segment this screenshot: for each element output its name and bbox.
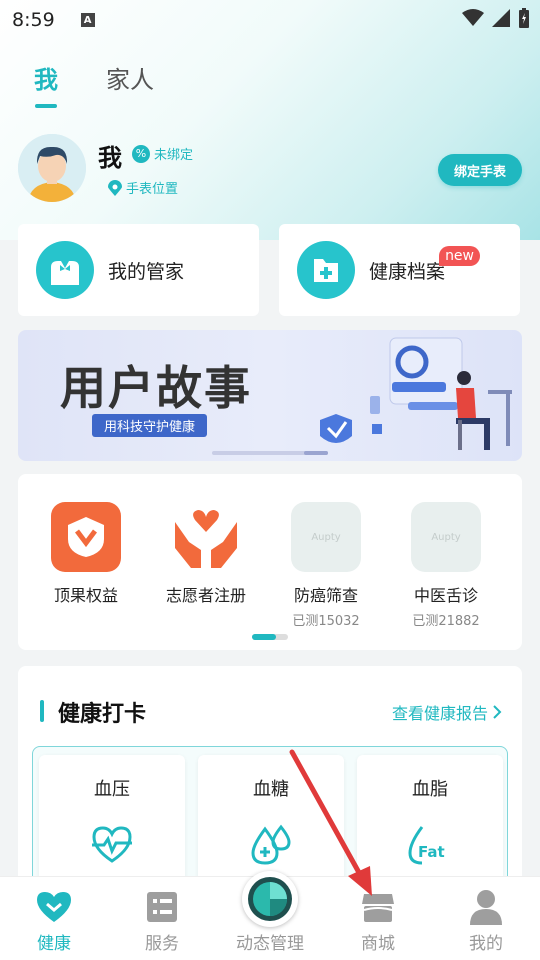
services-pager bbox=[252, 634, 288, 640]
service-count: 已测21882 bbox=[412, 614, 480, 629]
service-name: 中医舌诊 bbox=[413, 586, 478, 605]
service-count: 已测15032 bbox=[292, 614, 360, 629]
nav-label: 商城 bbox=[361, 934, 395, 954]
status-time: 8:59 bbox=[12, 9, 55, 31]
heart-pulse-icon bbox=[92, 826, 132, 863]
quick-card-health-record[interactable]: 健康档案 new bbox=[279, 224, 520, 316]
new-badge: new bbox=[439, 246, 480, 266]
nav-label: 健康 bbox=[37, 934, 71, 954]
banner-pager bbox=[212, 451, 328, 455]
nav-label: 服务 bbox=[145, 934, 179, 954]
banner-title: 用户故事 bbox=[60, 361, 252, 415]
placeholder-icon: Aupty bbox=[411, 502, 481, 572]
top-tabs: 我 家人 bbox=[34, 60, 154, 108]
nav-label: 动态管理 bbox=[236, 934, 304, 954]
user-avatar-icon bbox=[18, 134, 86, 202]
nav-service[interactable]: 服务 bbox=[108, 877, 216, 960]
service-item[interactable]: Aupty 防癌筛查 已测15032 bbox=[266, 502, 386, 629]
service-item[interactable]: 志愿者注册 bbox=[146, 502, 266, 606]
nav-health[interactable]: 健康 bbox=[0, 877, 108, 960]
view-report-link[interactable]: 查看健康报告 bbox=[392, 700, 502, 724]
butler-icon bbox=[36, 241, 94, 299]
location-pin-icon bbox=[108, 179, 122, 196]
watch-location[interactable]: 手表位置 bbox=[108, 178, 178, 197]
store-icon bbox=[362, 894, 394, 922]
quick-card-label: 健康档案 bbox=[369, 260, 446, 283]
metric-label: 血糖 bbox=[253, 779, 289, 800]
user-name: 我 bbox=[98, 144, 122, 172]
tab-family[interactable]: 家人 bbox=[106, 60, 154, 95]
blood-drop-icon bbox=[251, 824, 291, 865]
heart-icon bbox=[37, 892, 71, 922]
avatar[interactable] bbox=[18, 134, 86, 202]
nav-store[interactable]: 商城 bbox=[324, 877, 432, 960]
notification-a-icon: A bbox=[80, 13, 95, 27]
health-record-icon bbox=[297, 241, 355, 299]
view-report-label: 查看健康报告 bbox=[391, 704, 488, 723]
bottom-nav: 健康 服务 动态管理 商城 我的 bbox=[0, 871, 540, 960]
dynamic-dial-icon bbox=[242, 871, 298, 927]
battery-icon bbox=[519, 8, 529, 28]
service-name: 防癌筛查 bbox=[293, 586, 358, 605]
quick-card-butler[interactable]: 我的管家 bbox=[18, 224, 259, 316]
unbound-icon: % bbox=[132, 144, 150, 163]
status-bar: 8:59 A bbox=[0, 0, 540, 40]
person-icon bbox=[470, 890, 502, 925]
banner-subtitle: 用科技守护健康 bbox=[92, 414, 208, 437]
bind-watch-button[interactable]: 绑定手表 bbox=[438, 154, 522, 186]
nav-mine[interactable]: 我的 bbox=[432, 877, 540, 960]
banner-illustration bbox=[320, 337, 512, 450]
service-name: 顶果权益 bbox=[53, 586, 118, 605]
nav-dynamic-management[interactable]: 动态管理 bbox=[216, 871, 324, 960]
nav-label: 我的 bbox=[469, 934, 503, 954]
section-accent-bar bbox=[40, 700, 44, 722]
profile-section: 我 % 未绑定 手表位置 绑定手表 bbox=[18, 134, 522, 204]
metric-label: 血压 bbox=[94, 779, 130, 800]
service-item[interactable]: Aupty 中医舌诊 已测21882 bbox=[386, 502, 506, 629]
placeholder-icon: Aupty bbox=[291, 502, 361, 572]
user-story-banner[interactable]: 用户故事 用科技守护健康 bbox=[18, 330, 522, 461]
services-panel: 顶果权益 志愿者注册 Aupty 防癌筛查 已测15032 Aupty 中医舌诊… bbox=[18, 474, 522, 650]
service-item[interactable]: 顶果权益 bbox=[26, 502, 146, 606]
bind-status-text: 未绑定 bbox=[154, 148, 194, 163]
bind-status: % 未绑定 bbox=[132, 144, 193, 163]
volunteer-hands-icon bbox=[171, 502, 241, 572]
wifi-icon bbox=[462, 9, 484, 26]
watch-location-text: 手表位置 bbox=[126, 182, 179, 197]
metric-label: 血脂 bbox=[412, 779, 448, 800]
signal-icon bbox=[492, 9, 510, 27]
rights-badge-icon bbox=[51, 502, 121, 572]
service-list-icon bbox=[147, 892, 177, 922]
tab-me[interactable]: 我 bbox=[34, 60, 58, 108]
service-name: 志愿者注册 bbox=[165, 586, 246, 605]
chevron-right-icon bbox=[493, 705, 502, 719]
quick-card-label: 我的管家 bbox=[108, 260, 185, 283]
fat-drop-icon: Fat bbox=[408, 826, 445, 865]
checkin-title: 健康打卡 bbox=[58, 702, 147, 727]
svg-text:Fat: Fat bbox=[418, 843, 445, 861]
